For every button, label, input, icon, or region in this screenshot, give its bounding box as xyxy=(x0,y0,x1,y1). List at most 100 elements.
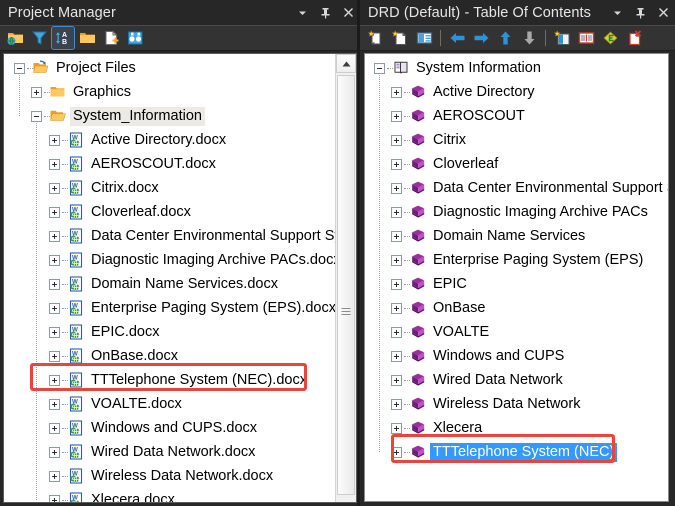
tree-row[interactable]: Citrix xyxy=(365,128,668,152)
expand-icon[interactable] xyxy=(391,182,402,194)
tree-row[interactable]: W Active Directory.docx xyxy=(4,128,335,152)
tree-row[interactable]: Xlecera xyxy=(365,416,668,440)
expand-icon[interactable] xyxy=(49,206,60,218)
tree-row[interactable]: W Wired Data Network.docx xyxy=(4,440,335,464)
arrow-left-icon[interactable] xyxy=(446,27,468,49)
tree-row[interactable]: W TTTelephone System (NEC).docx xyxy=(4,368,335,392)
tree-row[interactable]: W Enterprise Paging System (EPS).docx xyxy=(4,296,335,320)
expand-icon[interactable] xyxy=(49,182,60,194)
expand-icon[interactable] xyxy=(391,134,402,146)
tree-row[interactable]: W Domain Name Services.docx xyxy=(4,272,335,296)
chevron-down-icon[interactable] xyxy=(611,6,623,20)
table-icon[interactable] xyxy=(413,27,435,49)
expand-icon[interactable] xyxy=(391,302,402,314)
expand-icon[interactable] xyxy=(49,302,60,314)
expand-icon[interactable] xyxy=(391,206,402,218)
expand-icon[interactable] xyxy=(391,422,402,434)
expand-icon[interactable] xyxy=(391,86,402,98)
tree-row[interactable]: VOALTE xyxy=(365,320,668,344)
tree-row[interactable]: Wireless Data Network xyxy=(365,392,668,416)
tree-row[interactable]: Enterprise Paging System (EPS) xyxy=(365,248,668,272)
expand-icon[interactable] xyxy=(391,446,402,458)
tree-row[interactable]: Active Directory xyxy=(365,80,668,104)
collapse-icon[interactable] xyxy=(31,110,42,122)
expand-icon[interactable] xyxy=(49,158,60,170)
toc-tree[interactable]: System Information Active Directory AEROSC… xyxy=(365,54,668,501)
close-icon[interactable] xyxy=(342,6,354,20)
folder-globe-icon[interactable] xyxy=(4,27,26,49)
tree-row[interactable]: OnBase xyxy=(365,296,668,320)
funnel-icon[interactable] xyxy=(28,27,50,49)
expand-icon[interactable] xyxy=(49,470,60,482)
tree-row[interactable]: System Information xyxy=(365,56,668,80)
left-tree-vertical-scrollbar[interactable] xyxy=(335,54,356,502)
tree-row[interactable]: W Windows and CUPS.docx xyxy=(4,416,335,440)
delete-page-icon[interactable] xyxy=(623,27,645,49)
expand-icon[interactable] xyxy=(49,278,60,290)
collapse-icon[interactable] xyxy=(14,62,25,74)
expand-icon[interactable] xyxy=(49,494,60,502)
tree-row[interactable]: TTTelephone System (NEC) xyxy=(365,440,668,464)
document-plus-icon[interactable] xyxy=(100,27,122,49)
scroll-up-button[interactable] xyxy=(336,54,356,73)
expand-icon[interactable] xyxy=(49,254,60,266)
tree-row[interactable]: W AEROSCOUT.docx xyxy=(4,152,335,176)
tree-row[interactable]: Diagnostic Imaging Archive PACs xyxy=(365,200,668,224)
new-book-icon[interactable] xyxy=(365,27,387,49)
close-icon[interactable] xyxy=(657,6,669,20)
project-files-tree[interactable]: Project Files Graphics System_Information W… xyxy=(4,54,335,502)
tree-row[interactable]: Graphics xyxy=(4,80,335,104)
tree-row[interactable]: W Cloverleaf.docx xyxy=(4,200,335,224)
expand-icon[interactable] xyxy=(49,326,60,338)
expand-icon[interactable] xyxy=(31,86,42,98)
expand-icon[interactable] xyxy=(391,278,402,290)
expand-icon[interactable] xyxy=(391,398,402,410)
tree-row[interactable]: Windows and CUPS xyxy=(365,344,668,368)
expand-icon[interactable] xyxy=(391,230,402,242)
tree-row[interactable]: EPIC xyxy=(365,272,668,296)
green-diamond-icon[interactable] xyxy=(599,27,621,49)
tree-row[interactable]: Project Files xyxy=(4,56,335,80)
tree-row[interactable]: AEROSCOUT xyxy=(365,104,668,128)
scrollbar-thumb[interactable] xyxy=(337,75,355,495)
expand-icon[interactable] xyxy=(391,326,402,338)
chevron-down-icon[interactable] xyxy=(296,6,308,20)
book-page-icon[interactable] xyxy=(551,27,573,49)
arrow-up-icon[interactable] xyxy=(494,27,516,49)
tree-row[interactable]: Data Center Environmental Support Sy xyxy=(365,176,668,200)
tree-row[interactable]: W OnBase.docx xyxy=(4,344,335,368)
expand-icon[interactable] xyxy=(49,374,60,386)
tree-row[interactable]: W EPIC.docx xyxy=(4,320,335,344)
tree-row[interactable]: W Citrix.docx xyxy=(4,176,335,200)
tree-row[interactable]: Wired Data Network xyxy=(365,368,668,392)
new-page-icon[interactable] xyxy=(389,27,411,49)
tree-row[interactable]: Domain Name Services xyxy=(365,224,668,248)
expand-icon[interactable] xyxy=(49,230,60,242)
expand-icon[interactable] xyxy=(391,254,402,266)
expand-icon[interactable] xyxy=(391,374,402,386)
expand-icon[interactable] xyxy=(391,110,402,122)
expand-icon[interactable] xyxy=(49,446,60,458)
expand-icon[interactable] xyxy=(391,350,402,362)
expand-icon[interactable] xyxy=(49,134,60,146)
expand-icon[interactable] xyxy=(391,158,402,170)
tree-row[interactable]: System_Information xyxy=(4,104,335,128)
folder-icon[interactable] xyxy=(76,27,98,49)
expand-icon[interactable] xyxy=(49,350,60,362)
tree-row[interactable]: W Data Center Environmental Support Syste xyxy=(4,224,335,248)
tree-row[interactable]: W Diagnostic Imaging Archive PACs.docx xyxy=(4,248,335,272)
arrow-down-icon[interactable] xyxy=(518,27,540,49)
tree-row[interactable]: Cloverleaf xyxy=(365,152,668,176)
binoculars-icon[interactable] xyxy=(124,27,146,49)
tree-row[interactable]: W Xlecera.docx xyxy=(4,488,335,502)
pin-icon[interactable] xyxy=(319,6,331,20)
expand-icon[interactable] xyxy=(49,398,60,410)
sort-ab-icon[interactable]: A B xyxy=(51,26,75,50)
tree-row[interactable]: W Wireless Data Network.docx xyxy=(4,464,335,488)
arrow-right-icon[interactable] xyxy=(470,27,492,49)
pin-icon[interactable] xyxy=(634,6,646,20)
red-book-icon[interactable] xyxy=(575,27,597,49)
expand-icon[interactable] xyxy=(49,422,60,434)
collapse-icon[interactable] xyxy=(374,62,385,74)
tree-row[interactable]: W VOALTE.docx xyxy=(4,392,335,416)
